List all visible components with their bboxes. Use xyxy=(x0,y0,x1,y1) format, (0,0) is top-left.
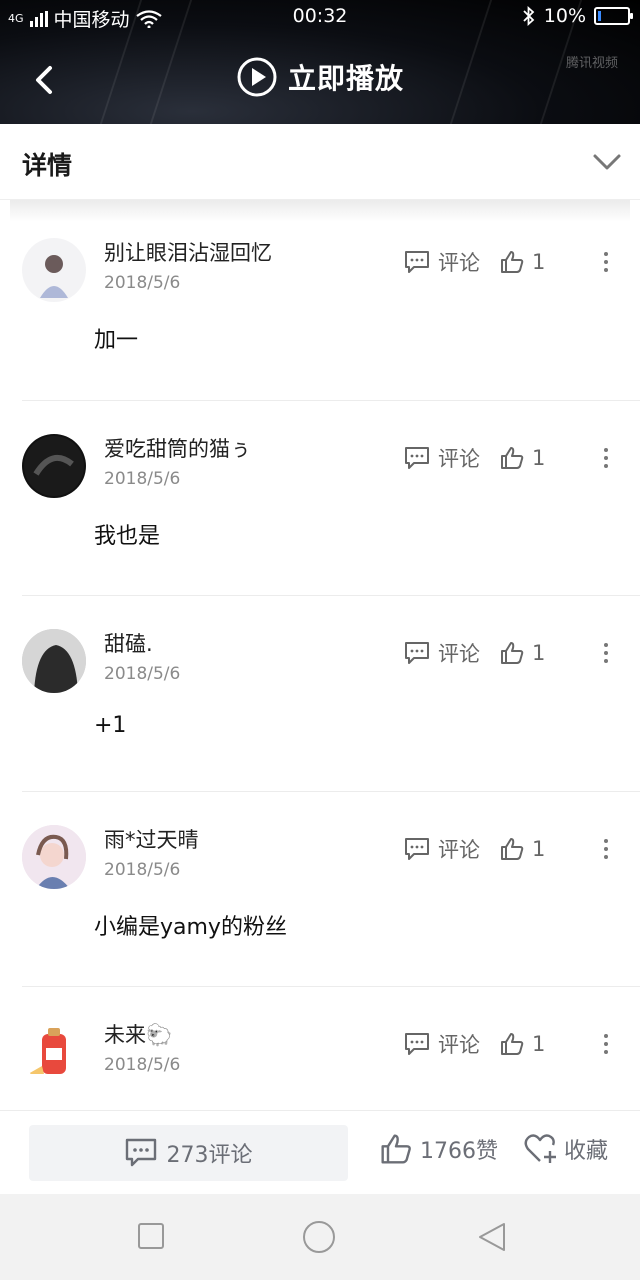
comment-item: 雨*过天晴 2018/5/6 评论 1 小编是yamy的粉丝 xyxy=(22,792,640,987)
comment-item: 别让眼泪沾湿回忆 2018/5/6 评论 1 加一 xyxy=(22,205,640,401)
like-count: 1 xyxy=(532,641,546,665)
comment-actions: 评论 1 xyxy=(404,834,545,864)
system-nav-bar xyxy=(0,1194,640,1280)
like-button[interactable]: 1 xyxy=(500,1032,545,1056)
favorite-label: 收藏 xyxy=(564,1139,609,1164)
thumbs-up-icon xyxy=(501,837,524,860)
avatar-drink-icon xyxy=(28,1028,66,1074)
comment-username[interactable]: 甜磕. xyxy=(104,628,153,658)
comment-list[interactable]: 别让眼泪沾湿回忆 2018/5/6 评论 1 加一 爱吃甜筒的猫ぅ 2018/5… xyxy=(0,205,640,1110)
like-count: 1 xyxy=(532,836,546,861)
comment-date: 2018/5/6 xyxy=(104,1055,181,1075)
favorite-button[interactable]: 收藏 xyxy=(524,1133,608,1165)
like-count: 1 xyxy=(532,1032,546,1056)
thumbs-up-icon xyxy=(381,1134,411,1164)
thumbs-up-icon xyxy=(501,446,524,469)
comment-bubble-icon xyxy=(405,642,429,664)
bluetooth-icon xyxy=(523,6,535,26)
avatar[interactable] xyxy=(22,238,86,302)
details-title: 详情 xyxy=(22,151,73,180)
more-options-icon[interactable] xyxy=(594,249,618,275)
avatar-girl-pink-icon xyxy=(22,824,86,889)
reply-button[interactable]: 评论 xyxy=(404,1029,480,1059)
play-now-label: 立即播放 xyxy=(287,62,404,95)
comment-bubble-icon xyxy=(405,837,429,860)
battery-percent: 10% xyxy=(543,5,586,27)
details-bar: 详情 xyxy=(0,124,640,200)
comment-actions: 评论 1 xyxy=(404,247,545,277)
comment-date: 2018/5/6 xyxy=(104,468,181,489)
comment-count-label: 273评论 xyxy=(166,1143,253,1168)
comment-date: 2018/5/6 xyxy=(104,859,181,880)
more-options-icon[interactable] xyxy=(594,445,618,471)
comment-username[interactable]: 雨*过天晴 xyxy=(104,824,199,854)
battery-level xyxy=(598,11,601,21)
comment-bubble-icon xyxy=(405,446,429,469)
status-bar: 4G 中国移动 00:32 10% xyxy=(0,0,640,34)
reply-label: 评论 xyxy=(438,837,480,862)
chevron-down-icon[interactable] xyxy=(592,150,622,174)
comment-actions: 评论 1 xyxy=(404,638,545,668)
comment-actions: 评论 1 xyxy=(404,1029,545,1059)
nav-bar: 立即播放 腾讯视频 xyxy=(0,40,640,120)
back-triangle-icon[interactable] xyxy=(478,1222,506,1252)
like-button[interactable]: 1 xyxy=(500,641,545,665)
like-count: 1 xyxy=(532,250,546,274)
like-button[interactable]: 1 xyxy=(500,250,545,274)
reply-label: 评论 xyxy=(438,642,480,666)
comment-item: 甜磕. 2018/5/6 评论 1 +1 xyxy=(22,596,640,792)
reply-button[interactable]: 评论 xyxy=(404,834,480,864)
comment-username[interactable]: 别让眼泪沾湿回忆 xyxy=(104,237,272,267)
comment-item: 爱吃甜筒的猫ぅ 2018/5/6 评论 1 我也是 xyxy=(22,401,640,596)
avatar[interactable] xyxy=(22,433,86,498)
thumbs-up-icon xyxy=(501,1033,524,1055)
like-count-label: 1766赞 xyxy=(420,1139,498,1164)
comment-text: 小编是yamy的粉丝 xyxy=(94,914,287,940)
recent-apps-icon[interactable] xyxy=(137,1222,165,1250)
watermark-logo: 腾讯视频 xyxy=(565,56,618,71)
comment-date: 2018/5/6 xyxy=(104,273,181,293)
comment-text: 我也是 xyxy=(94,523,161,549)
comment-text: 加一 xyxy=(94,328,139,353)
home-icon[interactable] xyxy=(302,1220,336,1254)
header: 4G 中国移动 00:32 10% 立即播放 腾讯视频 xyxy=(0,0,640,124)
comment-date: 2018/5/6 xyxy=(104,664,181,684)
reply-button[interactable]: 评论 xyxy=(404,638,480,668)
avatar[interactable] xyxy=(22,824,86,889)
avatar[interactable] xyxy=(22,629,86,693)
comment-text: +1 xyxy=(94,713,127,738)
reply-label: 评论 xyxy=(438,446,480,471)
comment-item: 未来🐑 2018/5/6 评论 1 xyxy=(22,987,640,1110)
comment-bubble-icon xyxy=(405,1033,429,1055)
avatar-dark-icon xyxy=(24,435,84,496)
like-count: 1 xyxy=(532,445,546,470)
like-button[interactable]: 1 xyxy=(500,837,545,861)
comment-bubble-icon xyxy=(405,251,429,273)
bottom-action-bar: 273评论 1766赞 收藏 xyxy=(0,1110,640,1194)
heart-add-icon xyxy=(524,1134,556,1163)
comment-bubble-icon xyxy=(125,1138,156,1167)
avatar[interactable] xyxy=(22,1020,86,1084)
comment-input-button[interactable]: 273评论 xyxy=(29,1125,348,1181)
more-options-icon[interactable] xyxy=(594,836,618,862)
more-options-icon[interactable] xyxy=(594,1031,618,1057)
more-options-icon[interactable] xyxy=(594,640,618,666)
comment-username[interactable]: 爱吃甜筒的猫ぅ xyxy=(104,433,251,463)
thumbs-up-icon xyxy=(501,251,524,273)
thumbs-up-icon xyxy=(501,642,524,664)
battery-icon xyxy=(594,7,633,25)
like-button[interactable]: 1 xyxy=(500,446,545,470)
reply-label: 评论 xyxy=(438,1033,480,1057)
like-video-button[interactable]: 1766赞 xyxy=(380,1133,498,1165)
play-circle-icon xyxy=(237,57,277,97)
comment-actions: 评论 1 xyxy=(404,443,545,473)
reply-button[interactable]: 评论 xyxy=(404,443,480,473)
reply-button[interactable]: 评论 xyxy=(404,247,480,277)
avatar-hooded-icon xyxy=(22,629,86,693)
avatar-girl-icon xyxy=(40,255,68,298)
reply-label: 评论 xyxy=(438,251,480,275)
play-now-button[interactable]: 立即播放 xyxy=(0,56,640,98)
comment-username[interactable]: 未来🐑 xyxy=(104,1019,172,1049)
